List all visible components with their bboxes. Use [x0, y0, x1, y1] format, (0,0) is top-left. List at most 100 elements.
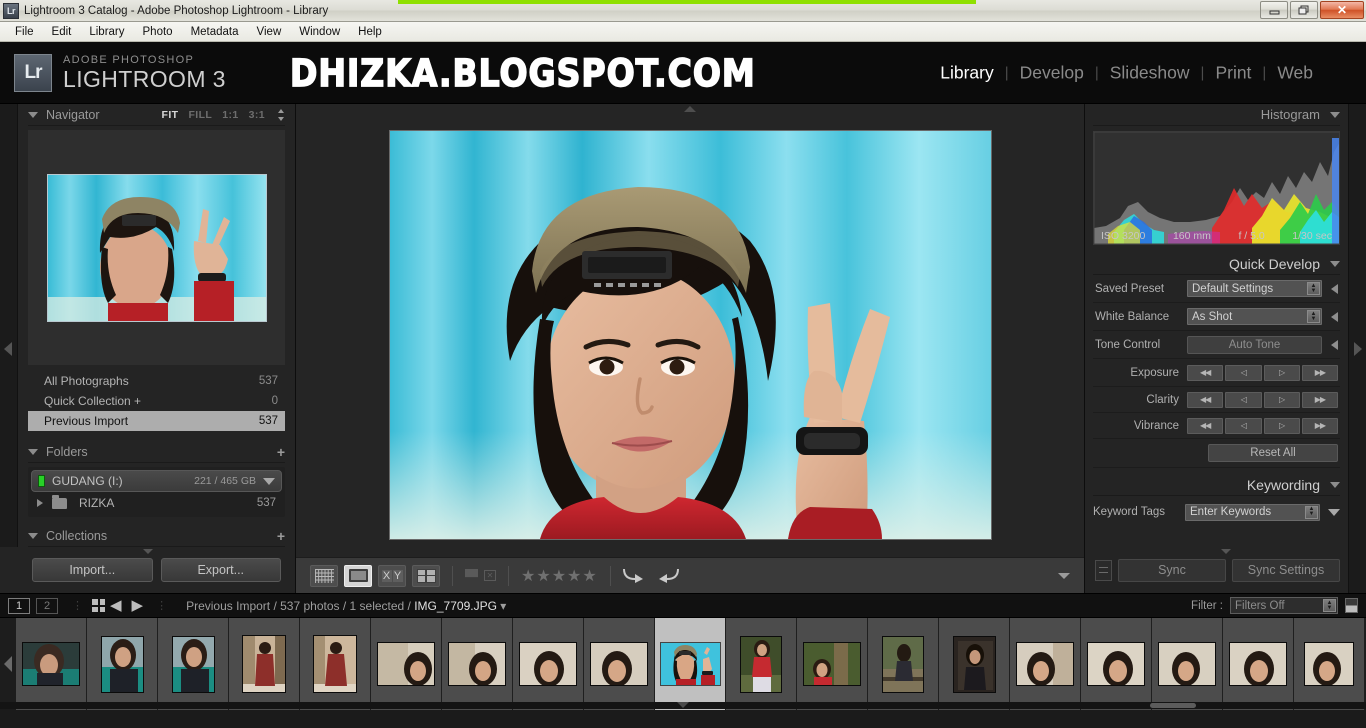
filmstrip-item[interactable] [1294, 618, 1365, 710]
star-rating[interactable]: ★★★★★ [521, 566, 598, 586]
module-library[interactable]: Library [929, 62, 1005, 83]
screen-1-button[interactable]: 1 [8, 597, 30, 614]
filmstrip-item[interactable] [300, 618, 371, 710]
filmstrip-item[interactable] [87, 618, 158, 710]
screen-2-button[interactable]: 2 [36, 597, 58, 614]
flag-reject-icon[interactable]: ✕ [484, 570, 496, 581]
vibrance-decrease-button[interactable]: ◁ [1225, 417, 1262, 434]
import-button[interactable]: Import... [32, 558, 153, 582]
exposure-increase-large-button[interactable]: ▶▶ [1301, 364, 1338, 381]
close-button[interactable]: ✕ [1320, 1, 1364, 19]
toolbar-options-caret-icon[interactable] [1058, 572, 1070, 579]
filmstrip-item[interactable] [1010, 618, 1081, 710]
keyword-tags-spinner-icon[interactable]: ▲ ▼ [1305, 505, 1318, 519]
filmstrip-item[interactable] [1223, 618, 1294, 710]
reset-all-button[interactable]: Reset All [1208, 444, 1338, 462]
filter-spinner-icon[interactable]: ▲ ▼ [1323, 599, 1336, 612]
exposure-decrease-button[interactable]: ◁ [1225, 364, 1262, 381]
keywording-header[interactable]: Keywording [1093, 474, 1340, 496]
triangle-down-icon[interactable] [1330, 481, 1340, 488]
filmstrip-item[interactable] [1152, 618, 1223, 710]
saved-preset-spinner-icon[interactable]: ▲ ▼ [1307, 282, 1320, 295]
menu-window[interactable]: Window [290, 24, 349, 40]
white-balance-spinner-icon[interactable]: ▲ ▼ [1307, 310, 1320, 323]
menu-photo[interactable]: Photo [134, 24, 182, 40]
module-slideshow[interactable]: Slideshow [1099, 62, 1201, 83]
rotate-right-icon[interactable] [622, 565, 645, 587]
filmstrip-item[interactable] [726, 618, 797, 710]
menu-help[interactable]: Help [349, 24, 391, 40]
filmstrip-item[interactable] [16, 618, 87, 710]
breadcrumb-caret-icon[interactable]: ▾ [500, 599, 506, 613]
tone-control-caret-icon[interactable] [1331, 339, 1338, 350]
compare-view-button[interactable]: XY [378, 564, 406, 587]
navigator-preview[interactable] [28, 130, 285, 365]
zoom-fit[interactable]: FIT [162, 109, 179, 121]
volume-row-gudang[interactable]: GUDANG (I:) 221 / 465 GB [31, 470, 282, 492]
filmstrip-item-selected[interactable] [655, 618, 726, 710]
filmstrip-item[interactable] [158, 618, 229, 710]
catalog-row-all-photographs[interactable]: All Photographs 537 [28, 371, 285, 391]
filmstrip-item[interactable] [229, 618, 300, 710]
filmstrip-toggle-caret-icon[interactable] [677, 702, 689, 708]
grid-view-button[interactable] [310, 564, 338, 587]
filter-select[interactable]: Filters Off ▲ ▼ [1230, 597, 1338, 614]
zoom-stepper-icon[interactable] [277, 108, 285, 121]
filmstrip-item[interactable] [513, 618, 584, 710]
sync-mode-icon[interactable] [1095, 559, 1112, 581]
export-button[interactable]: Export... [160, 558, 281, 582]
white-balance-caret-icon[interactable] [1331, 311, 1338, 322]
add-folder-icon[interactable]: + [277, 445, 285, 459]
folder-row-rizka[interactable]: RIZKA 537 [31, 492, 282, 514]
filmstrip-item[interactable] [1081, 618, 1152, 710]
rotate-left-icon[interactable] [657, 565, 679, 587]
filmstrip-scroll-thumb[interactable] [1150, 703, 1196, 708]
clarity-decrease-large-button[interactable]: ◀◀ [1187, 391, 1224, 408]
filmstrip-item[interactable] [868, 618, 939, 710]
grid-view-shortcut-icon[interactable] [92, 599, 105, 612]
auto-tone-button[interactable]: Auto Tone [1187, 335, 1322, 354]
collections-header[interactable]: Collections + [28, 525, 285, 547]
filmstrip-item[interactable] [442, 618, 513, 710]
exposure-increase-button[interactable]: ▷ [1263, 364, 1300, 381]
main-photo[interactable] [388, 129, 992, 540]
triangle-down-icon[interactable] [1330, 260, 1340, 267]
zoom-1-1[interactable]: 1:1 [222, 109, 238, 121]
filmstrip-item[interactable] [371, 618, 442, 710]
module-print[interactable]: Print [1204, 62, 1262, 83]
loupe-view-area[interactable] [296, 104, 1084, 557]
right-panel-collapse-arrow-icon[interactable] [1354, 341, 1362, 356]
zoom-fill[interactable]: FILL [188, 109, 212, 121]
vibrance-increase-large-button[interactable]: ▶▶ [1301, 417, 1338, 434]
keyword-tags-caret-icon[interactable] [1328, 508, 1340, 516]
histogram-chart[interactable]: ISO 3200 160 mm f / 5.0 1/30 sec [1093, 131, 1340, 245]
right-panel-edge[interactable] [1348, 104, 1366, 593]
clarity-decrease-button[interactable]: ◁ [1225, 391, 1262, 408]
catalog-row-quick-collection[interactable]: Quick Collection + 0 [28, 391, 285, 411]
vibrance-increase-button[interactable]: ▷ [1263, 417, 1300, 434]
menu-metadata[interactable]: Metadata [182, 24, 248, 40]
vibrance-decrease-large-button[interactable]: ◀◀ [1187, 417, 1224, 434]
filmstrip-item[interactable] [797, 618, 868, 710]
filter-toggle-icon[interactable] [1345, 598, 1358, 613]
flag-pick-icon[interactable] [465, 568, 478, 583]
navigator-header[interactable]: Navigator FIT FILL 1:1 3:1 [28, 104, 285, 126]
sync-settings-button[interactable]: Sync Settings [1232, 558, 1340, 582]
triangle-down-icon[interactable] [28, 448, 38, 455]
loupe-view-button[interactable] [344, 564, 372, 587]
module-develop[interactable]: Develop [1009, 62, 1095, 83]
triangle-down-icon[interactable] [28, 532, 38, 539]
menu-file[interactable]: File [6, 24, 43, 40]
menu-edit[interactable]: Edit [43, 24, 81, 40]
histogram-header[interactable]: Histogram [1093, 104, 1340, 126]
exposure-decrease-large-button[interactable]: ◀◀ [1187, 364, 1224, 381]
catalog-row-previous-import[interactable]: Previous Import 537 [28, 411, 285, 431]
zoom-3-1[interactable]: 3:1 [249, 109, 265, 121]
volume-menu-caret-icon[interactable] [263, 477, 275, 485]
keyword-tags-input[interactable]: Enter Keywords ▲ ▼ [1185, 503, 1320, 521]
top-panel-toggle-caret-icon[interactable] [684, 106, 696, 112]
menu-library[interactable]: Library [80, 24, 133, 40]
module-web[interactable]: Web [1266, 62, 1324, 83]
quick-develop-header[interactable]: Quick Develop [1093, 253, 1340, 275]
left-panel-resize-caret-icon[interactable] [142, 549, 153, 554]
